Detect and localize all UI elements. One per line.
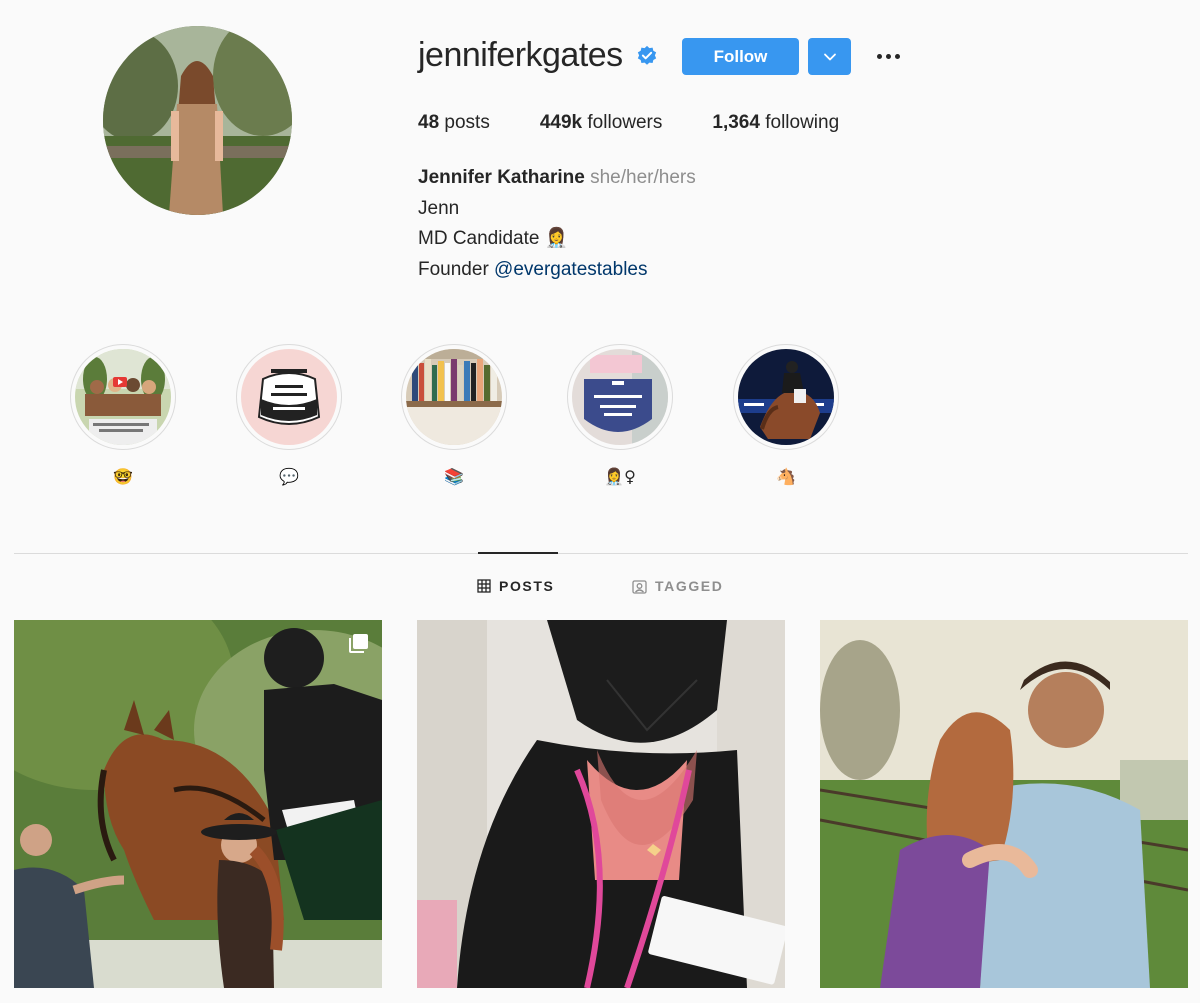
highlight-cover: [733, 344, 839, 450]
story-highlight[interactable]: 💬: [236, 344, 342, 487]
bio-line: Founder @evergatestables: [418, 255, 696, 286]
multiple-photos-icon: [349, 634, 368, 653]
post-thumbnail[interactable]: [417, 620, 785, 988]
following-link[interactable]: 1,364 following: [712, 112, 839, 134]
posts-count-label: posts: [444, 112, 490, 133]
grid-icon: [477, 579, 491, 593]
bio-line: Jenn: [418, 197, 460, 219]
section-divider: [14, 553, 1188, 554]
more-dot-icon: [885, 53, 891, 59]
highlight-cover: [567, 344, 673, 450]
highlight-cover: [236, 344, 342, 450]
more-options-button[interactable]: [872, 46, 904, 66]
following-count-label: following: [765, 112, 840, 133]
followers-link[interactable]: 449k followers: [540, 112, 663, 134]
bio-line: MD Candidate 👩‍⚕️: [418, 228, 569, 249]
bio-founder-label: Founder: [418, 258, 495, 280]
highlight-label: 🐴: [776, 467, 796, 486]
highlight-label: 👩‍⚕️♀: [604, 467, 636, 486]
active-tab-indicator: [478, 552, 558, 554]
post-thumbnail[interactable]: [820, 620, 1188, 988]
more-dot-icon: [894, 53, 900, 59]
story-highlight[interactable]: 🐴: [733, 344, 839, 487]
highlight-label: 💬: [279, 467, 299, 486]
highlight-label: 🤓: [113, 467, 133, 486]
story-highlight[interactable]: 📚: [401, 344, 507, 487]
profile-bio: Jennifer Katharine she/her/hers Jenn MD …: [418, 163, 696, 285]
pronouns: she/her/hers: [590, 167, 696, 188]
highlight-cover: [401, 344, 507, 450]
profile-stats: 48 posts 449k followers 1,364 following: [418, 112, 889, 134]
verified-badge-icon: [637, 45, 657, 65]
highlight-label: 📚: [444, 467, 464, 486]
bio-name-line: Jennifer Katharine she/her/hers: [418, 163, 696, 194]
bio-mention-link[interactable]: @evergatestables: [494, 259, 647, 280]
tab-posts[interactable]: POSTS: [477, 578, 554, 594]
posts-count: 48 posts: [418, 112, 490, 134]
story-highlight[interactable]: 🤓: [70, 344, 176, 487]
followers-count-value: 449k: [539, 112, 583, 133]
tab-tagged-label: TAGGED: [655, 578, 724, 594]
following-count-value: 1,364: [712, 112, 760, 133]
posts-count-value: 48: [418, 112, 440, 133]
full-name: Jennifer Katharine: [418, 167, 585, 188]
tab-posts-label: POSTS: [499, 578, 555, 594]
tab-tagged[interactable]: TAGGED: [632, 578, 723, 594]
chevron-down-icon: [823, 53, 836, 60]
suggested-dropdown-button[interactable]: [808, 38, 851, 75]
post-thumbnail[interactable]: [14, 620, 382, 988]
highlight-cover: [70, 344, 176, 450]
more-dot-icon: [876, 53, 882, 59]
follow-button[interactable]: Follow: [682, 38, 799, 75]
profile-avatar[interactable]: [103, 26, 292, 215]
followers-count-label: followers: [587, 112, 663, 133]
profile-username: jenniferkgates: [418, 36, 623, 74]
story-highlight[interactable]: 👩‍⚕️♀: [567, 344, 673, 487]
tagged-icon: [632, 579, 647, 594]
